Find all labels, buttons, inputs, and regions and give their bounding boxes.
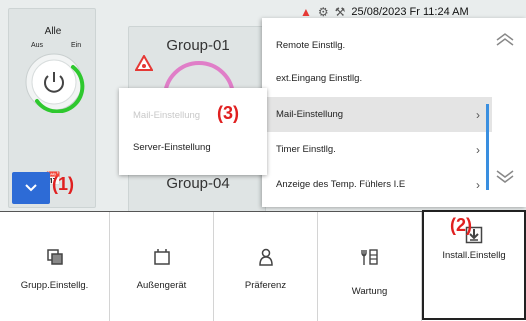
- annotation-1: (1): [52, 174, 74, 194]
- settings-menu: Remote Einstllg. ext.Eingang Einstllg. M…: [262, 18, 526, 207]
- scrollbar[interactable]: [486, 104, 489, 190]
- menu-item-temp-sensor[interactable]: Anzeige des Temp. Fühlers I.E ›: [262, 167, 492, 202]
- tab-group-settings[interactable]: Grupp.Einstellg.: [0, 212, 110, 321]
- group-label: Group-04: [166, 175, 230, 192]
- scroll-down-icon[interactable]: [494, 170, 516, 184]
- menu-item-timer[interactable]: Timer Einstllg. ›: [262, 132, 492, 167]
- tab-label: Wartung: [351, 286, 388, 297]
- mail-submenu: Mail-Einstellung Server-Einstellung: [119, 88, 267, 175]
- tab-label: Install.Einstellg: [442, 250, 506, 261]
- submenu-item-server[interactable]: Server-Einstellung: [133, 142, 211, 153]
- tab-label: Grupp.Einstellg.: [20, 280, 89, 291]
- chevron-right-icon: ›: [476, 177, 480, 192]
- on-label: Ein: [71, 42, 82, 49]
- collapse-toggle-button[interactable]: [12, 172, 50, 204]
- tab-label: Außengerät: [136, 280, 187, 291]
- bottom-toolbar: Grupp.Einstellg. Außengerät Präferenz Wa…: [0, 210, 526, 321]
- wrench-icon[interactable]: ⚙: [318, 6, 329, 18]
- off-label: Aus: [31, 42, 44, 49]
- menu-item-label: Mail-Einstellung: [276, 109, 344, 120]
- datetime-text: 25/08/2023 Fr 11:24 AM: [351, 6, 469, 18]
- annotation-2: (2): [450, 215, 472, 235]
- warning-icon: [135, 55, 153, 71]
- group-label: Group-01: [166, 37, 230, 54]
- preference-icon: [258, 248, 273, 266]
- status-bar: ▲ ⚙ ⚒ 25/08/2023 Fr 11:24 AM: [300, 4, 469, 20]
- chevron-down-icon: [25, 184, 37, 192]
- group-card-01[interactable]: Group-01: [128, 26, 266, 98]
- maintenance-status-icon: ⚒: [334, 5, 346, 19]
- tab-install-settings[interactable]: Install.Einstellg: [422, 210, 526, 320]
- tab-label: Präferenz: [244, 280, 287, 291]
- chevron-right-icon: ›: [476, 107, 480, 122]
- outdoor-unit-icon: [153, 249, 170, 265]
- chevron-right-icon: ›: [476, 142, 480, 157]
- submenu-item-mail: Mail-Einstellung: [133, 110, 201, 121]
- menu-item-remote[interactable]: Remote Einstllg.: [262, 28, 492, 63]
- tab-outdoor-unit[interactable]: Außengerät: [110, 212, 214, 321]
- screen: ▲ ⚙ ⚒ 25/08/2023 Fr 11:24 AM Alle Aus Ei…: [0, 0, 526, 321]
- menu-item-ext-input[interactable]: ext.Eingang Einstllg.: [262, 61, 492, 96]
- group-settings-icon: [46, 249, 63, 265]
- annotation-3: (3): [217, 103, 239, 123]
- menu-item-mail[interactable]: Mail-Einstellung ›: [262, 97, 492, 132]
- menu-item-label: Remote Einstllg.: [276, 40, 346, 51]
- tab-maintenance[interactable]: Wartung: [318, 212, 422, 321]
- all-units-title: Alle: [44, 26, 62, 37]
- menu-item-label: Timer Einstllg.: [276, 144, 336, 155]
- warning-icon[interactable]: ▲: [300, 6, 312, 18]
- power-dial[interactable]: [23, 51, 85, 113]
- menu-item-label: Anzeige des Temp. Fühlers I.E: [276, 179, 406, 190]
- tab-preference[interactable]: Präferenz: [214, 212, 318, 321]
- maintenance-icon: [360, 249, 378, 265]
- menu-item-label: ext.Eingang Einstllg.: [276, 73, 363, 84]
- scroll-up-icon[interactable]: [494, 32, 516, 46]
